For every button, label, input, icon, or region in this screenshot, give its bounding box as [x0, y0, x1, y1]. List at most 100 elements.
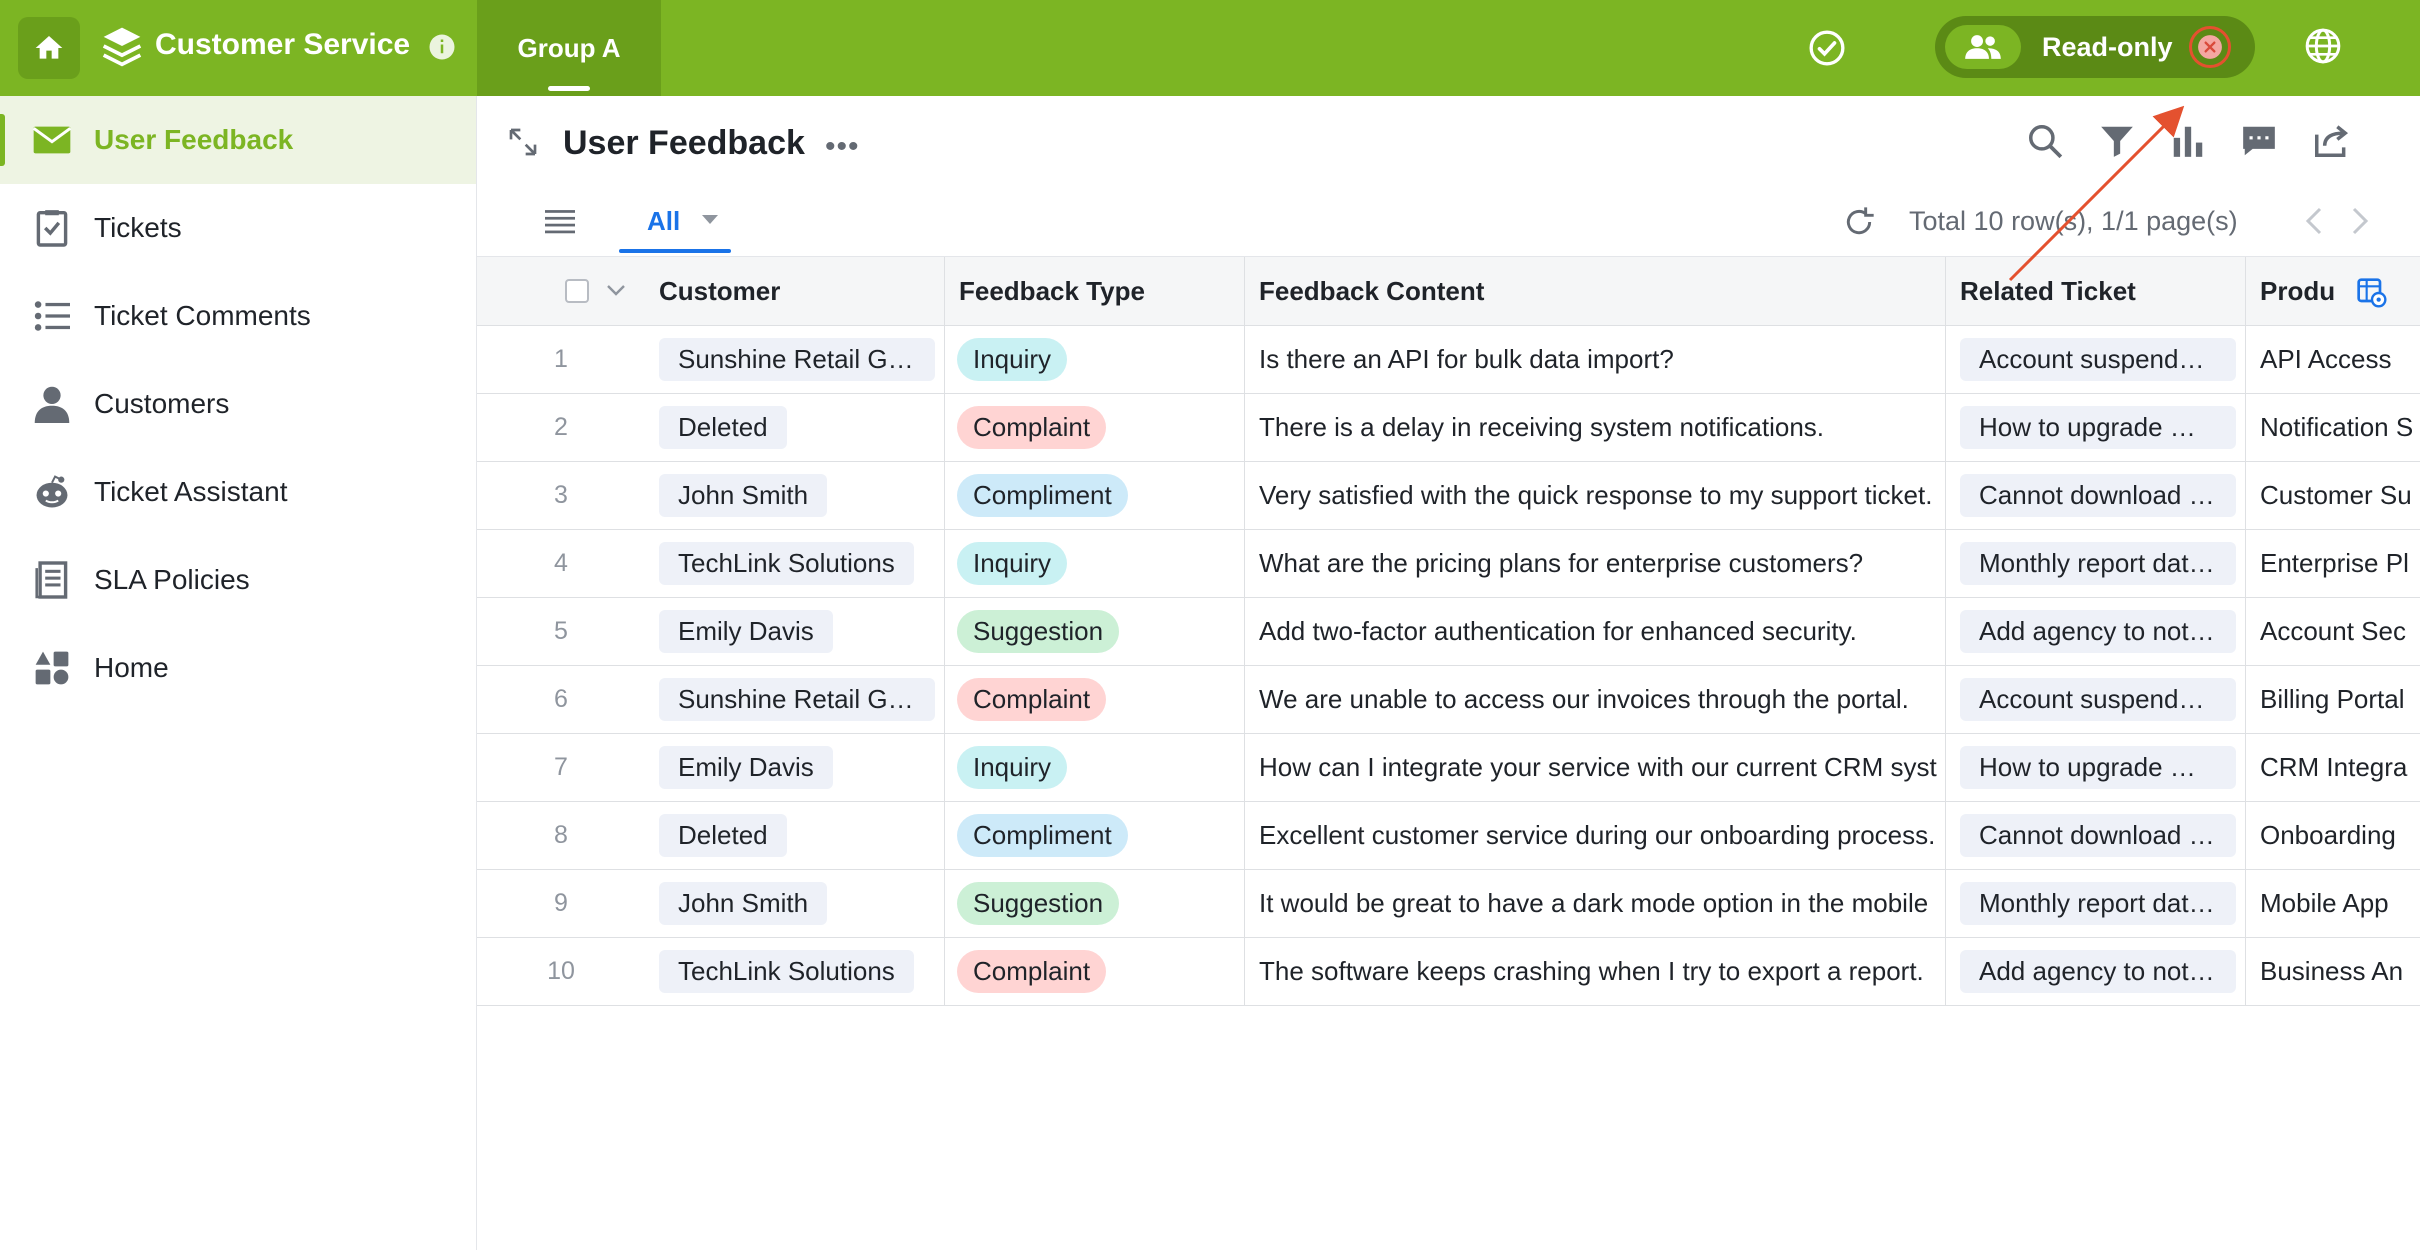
tab-group-a[interactable]: Group A	[477, 0, 661, 96]
feedback-type-cell[interactable]: Compliment	[945, 462, 1245, 529]
hidden-fields-icon[interactable]	[2356, 277, 2388, 309]
select-all-checkbox[interactable]	[565, 279, 589, 303]
readonly-toggle[interactable]: Read-only	[1935, 16, 2255, 78]
feedback-type-cell[interactable]: Complaint	[945, 938, 1245, 1005]
home-button[interactable]	[18, 17, 80, 79]
table-row[interactable]: 7 Emily Davis Inquiry How can I integrate y…	[477, 734, 2420, 802]
related-ticket-cell[interactable]: Monthly report data…	[1946, 870, 2246, 937]
product-cell[interactable]: CRM Integra	[2246, 734, 2420, 801]
customer-cell[interactable]: Deleted	[645, 802, 945, 869]
customer-cell[interactable]: John Smith	[645, 870, 945, 937]
feedback-content-cell[interactable]: We are unable to access our invoices thr…	[1245, 666, 1946, 733]
product-cell[interactable]: Onboarding	[2246, 802, 2420, 869]
customer-cell[interactable]: John Smith	[645, 462, 945, 529]
more-options-icon[interactable]: •••	[825, 130, 860, 164]
column-header[interactable]: Related Ticket	[1946, 257, 2246, 325]
customer-link-chip[interactable]: TechLink Solutions	[659, 950, 914, 993]
related-ticket-chip[interactable]: Add agency to notifi…	[1960, 610, 2236, 653]
related-ticket-cell[interactable]: Cannot download a…	[1946, 802, 2246, 869]
related-ticket-chip[interactable]: Monthly report data…	[1960, 542, 2236, 585]
table-row[interactable]: 5 Emily Davis Suggestion Add two-factor aut…	[477, 598, 2420, 666]
column-header[interactable]: Customer	[645, 257, 945, 325]
table-row[interactable]: 3 John Smith Compliment Very satisfied with…	[477, 462, 2420, 530]
chevron-left-icon[interactable]	[2303, 206, 2325, 236]
product-cell[interactable]: Customer Su	[2246, 462, 2420, 529]
column-header[interactable]: Feedback Type	[945, 257, 1245, 325]
table-row[interactable]: 8 Deleted Compliment Excellent customer ser…	[477, 802, 2420, 870]
sidebar-item-sla-policies[interactable]: SLA Policies	[0, 536, 476, 624]
related-ticket-cell[interactable]: Account suspended…	[1946, 326, 2246, 393]
sidebar-item-customers[interactable]: Customers	[0, 360, 476, 448]
customer-link-chip[interactable]: Deleted	[659, 814, 787, 857]
check-circle-icon[interactable]	[1807, 28, 1847, 68]
product-cell[interactable]: Enterprise Pl	[2246, 530, 2420, 597]
customer-cell[interactable]: Sunshine Retail Gro…	[645, 326, 945, 393]
feedback-type-cell[interactable]: Inquiry	[945, 326, 1245, 393]
table-row[interactable]: 10 TechLink Solutions Complaint The softwar…	[477, 938, 2420, 1006]
customer-cell[interactable]: Sunshine Retail Gro…	[645, 666, 945, 733]
related-ticket-cell[interactable]: Add agency to notifi…	[1946, 598, 2246, 665]
comment-icon[interactable]	[2240, 122, 2278, 160]
expand-collapse-icon[interactable]	[507, 126, 539, 158]
related-ticket-chip[interactable]: How to upgrade my…	[1960, 406, 2236, 449]
feedback-type-cell[interactable]: Inquiry	[945, 734, 1245, 801]
feedback-content-cell[interactable]: Excellent customer service during our on…	[1245, 802, 1946, 869]
product-cell[interactable]: Notification S	[2246, 394, 2420, 461]
customer-cell[interactable]: Emily Davis	[645, 598, 945, 665]
table-row[interactable]: 6 Sunshine Retail Gro… Complaint We are una…	[477, 666, 2420, 734]
customer-link-chip[interactable]: Sunshine Retail Gro…	[659, 678, 935, 721]
refresh-icon[interactable]	[1843, 206, 1875, 238]
related-ticket-cell[interactable]: Account suspended…	[1946, 666, 2246, 733]
customer-link-chip[interactable]: Emily Davis	[659, 746, 833, 789]
product-cell[interactable]: Billing Portal	[2246, 666, 2420, 733]
customer-link-chip[interactable]: Deleted	[659, 406, 787, 449]
customer-cell[interactable]: TechLink Solutions	[645, 938, 945, 1005]
product-cell[interactable]: Account Sec	[2246, 598, 2420, 665]
feedback-content-cell[interactable]: How can I integrate your service with ou…	[1245, 734, 1946, 801]
customer-link-chip[interactable]: Emily Davis	[659, 610, 833, 653]
feedback-type-cell[interactable]: Suggestion	[945, 870, 1245, 937]
hamburger-menu-icon[interactable]	[545, 208, 575, 234]
product-cell[interactable]: Business An	[2246, 938, 2420, 1005]
sidebar-item-home[interactable]: Home	[0, 624, 476, 712]
column-header[interactable]: Feedback Content	[1245, 257, 1946, 325]
chevron-down-icon[interactable]	[701, 214, 719, 226]
customer-link-chip[interactable]: TechLink Solutions	[659, 542, 914, 585]
customer-cell[interactable]: Emily Davis	[645, 734, 945, 801]
column-header[interactable]: Produ	[2246, 257, 2420, 325]
feedback-content-cell[interactable]: There is a delay in receiving system not…	[1245, 394, 1946, 461]
feedback-content-cell[interactable]: The software keeps crashing when I try t…	[1245, 938, 1946, 1005]
customer-cell[interactable]: TechLink Solutions	[645, 530, 945, 597]
feedback-type-cell[interactable]: Inquiry	[945, 530, 1245, 597]
sidebar-item-ticket-comments[interactable]: Ticket Comments	[0, 272, 476, 360]
related-ticket-chip[interactable]: Account suspended…	[1960, 678, 2236, 721]
table-row[interactable]: 4 TechLink Solutions Inquiry What are the p…	[477, 530, 2420, 598]
customer-link-chip[interactable]: John Smith	[659, 474, 828, 517]
related-ticket-chip[interactable]: Account suspended…	[1960, 338, 2236, 381]
share-export-icon[interactable]	[2312, 122, 2350, 160]
feedback-content-cell[interactable]: Very satisfied with the quick response t…	[1245, 462, 1946, 529]
table-row[interactable]: 2 Deleted Complaint There is a delay in rec…	[477, 394, 2420, 462]
readonly-close-button[interactable]	[2189, 26, 2231, 68]
related-ticket-chip[interactable]: Monthly report data…	[1960, 882, 2236, 925]
customer-link-chip[interactable]: Sunshine Retail Gro…	[659, 338, 935, 381]
chevron-down-icon[interactable]	[606, 284, 626, 298]
related-ticket-chip[interactable]: How to upgrade my…	[1960, 746, 2236, 789]
tab-all[interactable]: All	[647, 206, 680, 237]
customer-link-chip[interactable]: John Smith	[659, 882, 828, 925]
related-ticket-cell[interactable]: Cannot download a…	[1946, 462, 2246, 529]
related-ticket-cell[interactable]: Add agency to notifi…	[1946, 938, 2246, 1005]
feedback-type-cell[interactable]: Complaint	[945, 394, 1245, 461]
filter-icon[interactable]	[2098, 122, 2136, 160]
feedback-type-cell[interactable]: Compliment	[945, 802, 1245, 869]
related-ticket-cell[interactable]: How to upgrade my…	[1946, 394, 2246, 461]
related-ticket-cell[interactable]: How to upgrade my…	[1946, 734, 2246, 801]
product-cell[interactable]: API Access	[2246, 326, 2420, 393]
related-ticket-cell[interactable]: Monthly report data…	[1946, 530, 2246, 597]
feedback-content-cell[interactable]: Add two-factor authentication for enhanc…	[1245, 598, 1946, 665]
chart-icon[interactable]	[2169, 122, 2207, 160]
feedback-type-cell[interactable]: Complaint	[945, 666, 1245, 733]
table-row[interactable]: 1 Sunshine Retail Gro… Inquiry Is there an …	[477, 326, 2420, 394]
feedback-content-cell[interactable]: What are the pricing plans for enterpris…	[1245, 530, 1946, 597]
search-icon[interactable]	[2026, 122, 2064, 160]
